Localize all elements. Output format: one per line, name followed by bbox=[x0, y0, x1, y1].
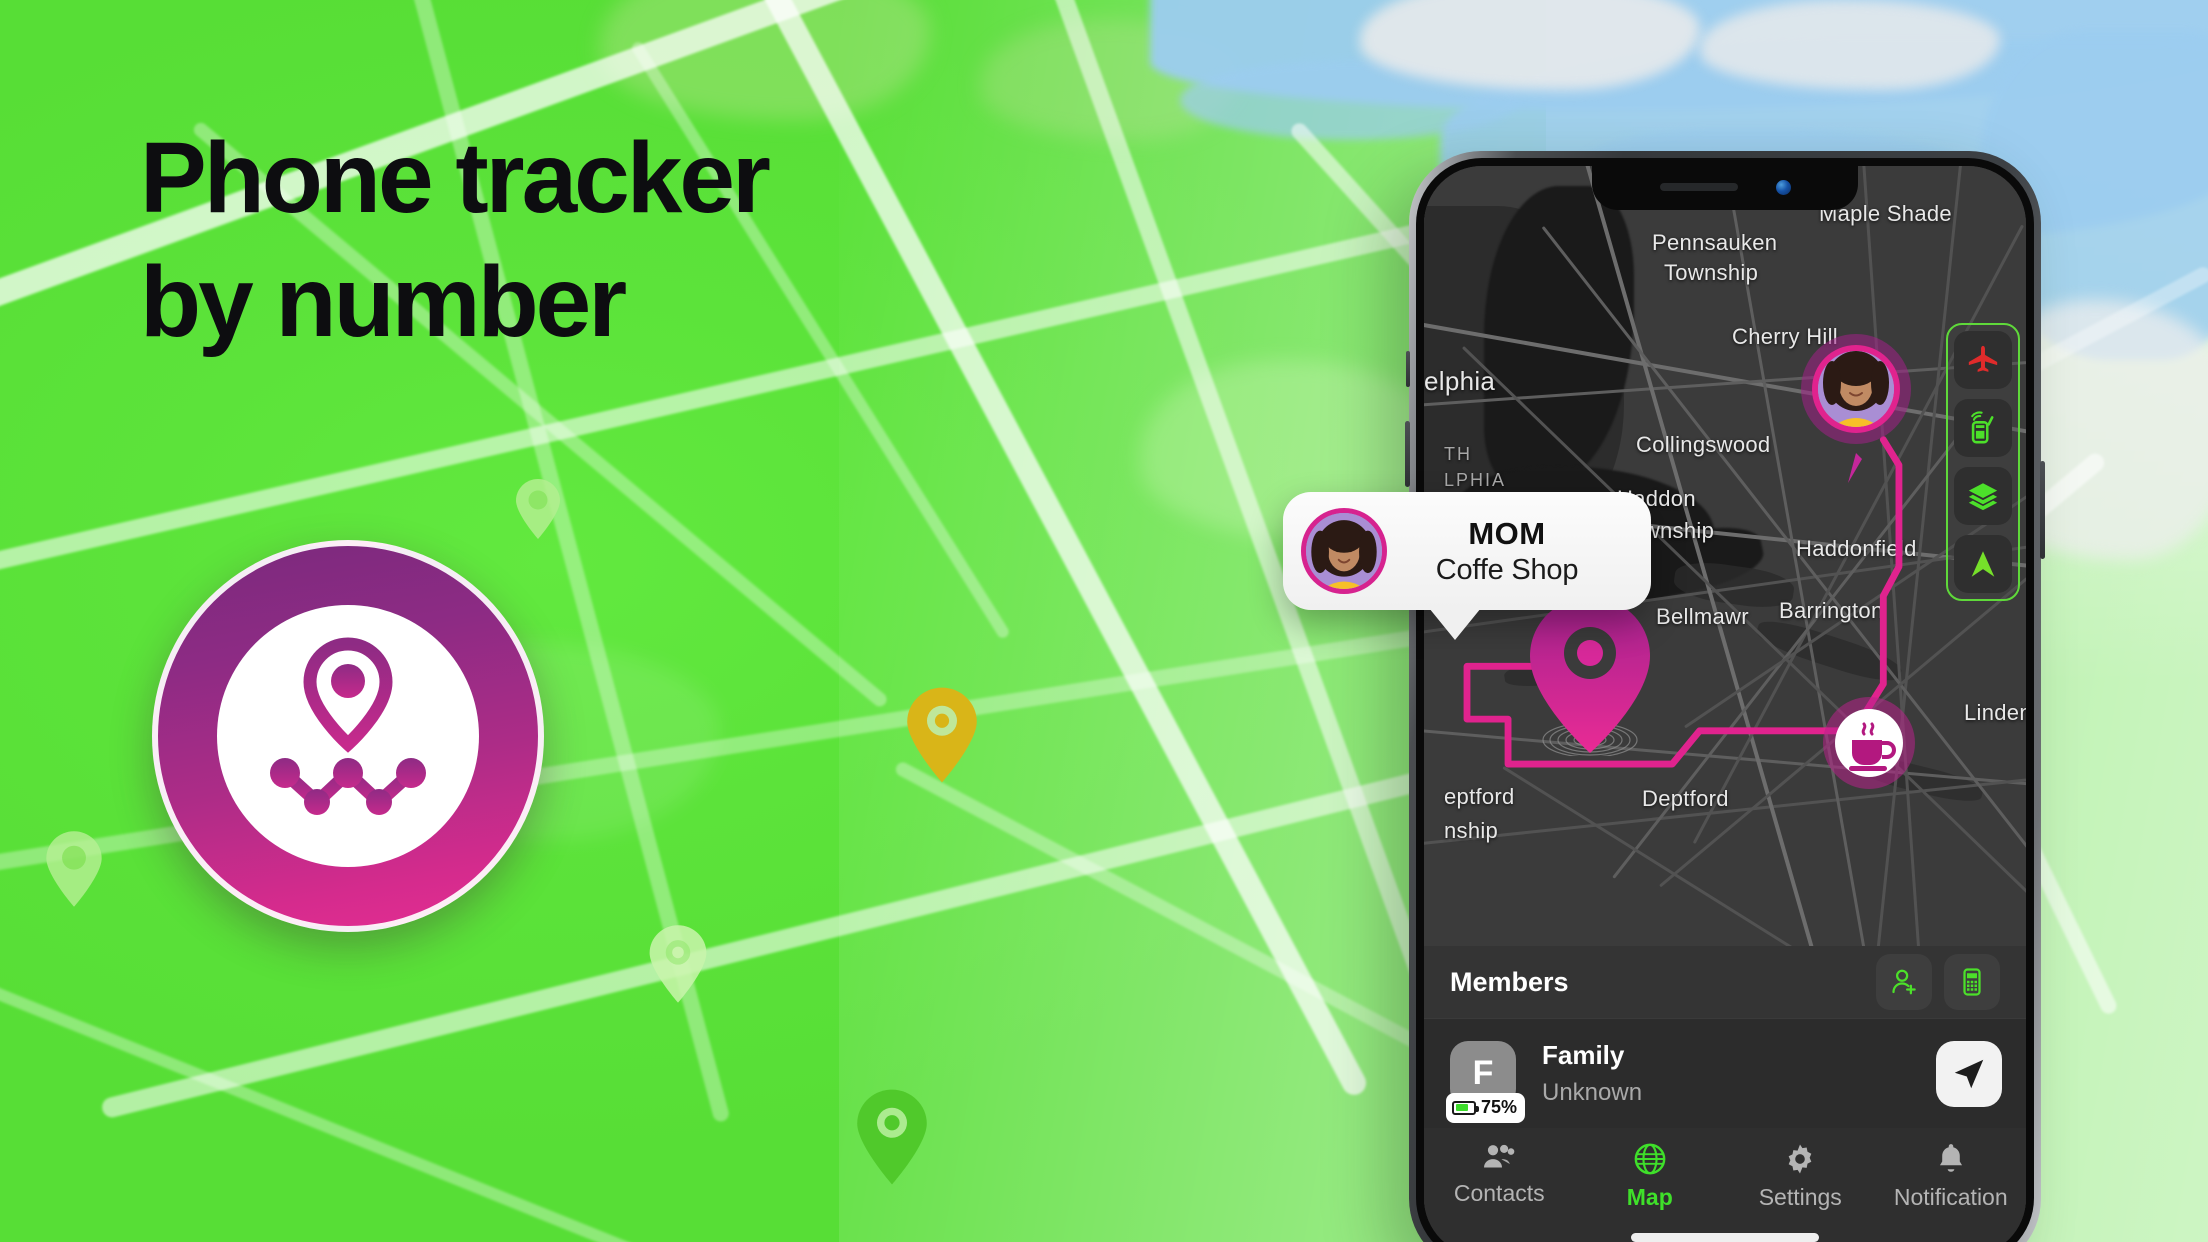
map-controls bbox=[1946, 323, 2020, 601]
tab-map[interactable]: Map bbox=[1575, 1142, 1726, 1242]
power-button[interactable] bbox=[2040, 461, 2045, 559]
map-label-small: LPHIA bbox=[1444, 470, 1507, 490]
map-layers-button[interactable] bbox=[1954, 467, 2012, 525]
mobile-signal-icon bbox=[1971, 411, 1994, 444]
bell-icon bbox=[1939, 1144, 1962, 1172]
map-label: Bellmawr bbox=[1656, 604, 1749, 629]
navigation-arrow-icon bbox=[1971, 551, 1995, 577]
add-device-button[interactable] bbox=[1944, 954, 2000, 1010]
tab-notification-label: Notification bbox=[1893, 1184, 2008, 1210]
coffee-shop-marker[interactable] bbox=[1822, 696, 1916, 790]
map-pin-green bbox=[855, 1088, 929, 1186]
map-label: elphia bbox=[1424, 366, 1496, 396]
table-row[interactable]: F 75% Family Unknown bbox=[1424, 1018, 2026, 1128]
app-logo bbox=[152, 540, 544, 932]
gear-icon bbox=[1788, 1144, 1812, 1174]
map-label: nship bbox=[1444, 818, 1499, 843]
add-member-button[interactable] bbox=[1876, 954, 1932, 1010]
member-name: Family bbox=[1542, 1040, 1625, 1070]
front-camera bbox=[1775, 179, 1791, 195]
locate-button[interactable] bbox=[1936, 1040, 2002, 1107]
map-pin-gold bbox=[905, 686, 979, 784]
person-add-icon bbox=[1892, 969, 1916, 995]
callout-subtitle: Coffe Shop bbox=[1435, 553, 1579, 586]
mom-location-marker[interactable] bbox=[1800, 333, 1912, 483]
tab-settings[interactable]: Settings bbox=[1725, 1142, 1876, 1242]
globe-icon bbox=[1634, 1143, 1666, 1175]
members-panel: Members F 75% Family Unknown Contacts Ma… bbox=[1424, 946, 2026, 1242]
map-canvas[interactable]: Pennsauken Township Maple Shade Cherry Hill… bbox=[1424, 166, 2026, 1242]
tab-notification[interactable]: Notification bbox=[1876, 1142, 2027, 1242]
map-pin-pale-1 bbox=[515, 478, 561, 540]
volume-up-button[interactable] bbox=[1405, 421, 1410, 487]
headline-line-1: Phone tracker bbox=[140, 122, 771, 234]
cell-signal-button[interactable] bbox=[1954, 399, 2012, 457]
phone-screen: Pennsauken Township Maple Shade Cherry Hill… bbox=[1424, 166, 2026, 1242]
phone-mockup: Pennsauken Township Maple Shade Cherry Hill… bbox=[1405, 151, 2045, 1242]
avatar-letter: F bbox=[1472, 1054, 1494, 1092]
page-title: Phone tracker by number bbox=[140, 128, 771, 358]
tab-contacts-label: Contacts bbox=[1453, 1180, 1545, 1206]
navigate-button[interactable] bbox=[1954, 535, 2012, 593]
tab-bar: Contacts Map Settings Notification bbox=[1424, 1128, 2026, 1242]
map-callout[interactable]: MOM Coffe Shop bbox=[1283, 492, 1651, 640]
map-label: Pennsauken bbox=[1652, 230, 1778, 255]
logo-inner-circle bbox=[217, 605, 479, 867]
layers-icon bbox=[1968, 483, 1998, 511]
tab-settings-label: Settings bbox=[1758, 1184, 1842, 1210]
map-label: Linden bbox=[1964, 700, 2026, 725]
navigation-arrow-icon bbox=[1954, 1059, 1984, 1088]
airplane-icon bbox=[1968, 345, 1998, 372]
map-label: Haddonfield bbox=[1796, 536, 1917, 561]
members-title: Members bbox=[1450, 966, 1569, 997]
device-location-pin[interactable] bbox=[1526, 594, 1654, 756]
member-status: Unknown bbox=[1542, 1079, 1643, 1106]
iphone-notch bbox=[1592, 166, 1858, 210]
tab-contacts[interactable]: Contacts bbox=[1424, 1142, 1575, 1242]
map-label: Deptford bbox=[1642, 786, 1729, 811]
map-pin-pale-2 bbox=[45, 830, 103, 908]
location-route-logo-icon bbox=[270, 637, 426, 815]
tab-map-label: Map bbox=[1626, 1184, 1673, 1210]
battery-icon bbox=[1452, 1100, 1479, 1115]
callout-text: MOM Coffe Shop bbox=[1387, 516, 1633, 587]
land-patch bbox=[1700, 0, 2000, 90]
earpiece-speaker bbox=[1659, 183, 1738, 191]
callout-title: MOM bbox=[1468, 515, 1546, 551]
headline-line-2: by number bbox=[140, 246, 627, 358]
map-label-small: TH bbox=[1444, 444, 1472, 464]
mute-switch[interactable] bbox=[1406, 351, 1410, 387]
map-label: Township bbox=[1664, 260, 1759, 285]
home-indicator bbox=[1631, 1233, 1819, 1242]
map-label: Collingswood bbox=[1636, 432, 1771, 457]
phone-bezel: Pennsauken Township Maple Shade Cherry Hill… bbox=[1416, 158, 2034, 1242]
mom-avatar bbox=[1301, 508, 1387, 594]
member-info: Family Unknown bbox=[1542, 1040, 1642, 1107]
people-icon bbox=[1484, 1144, 1515, 1168]
members-header: Members bbox=[1424, 946, 2026, 1018]
avatar: F 75% bbox=[1446, 1040, 1526, 1123]
map-label: Barrington bbox=[1779, 598, 1884, 623]
status-badge: 75% bbox=[1446, 1092, 1526, 1123]
map-label: eptford bbox=[1444, 784, 1515, 809]
battery-level: 75% bbox=[1481, 1097, 1518, 1117]
map-pin-pale-3 bbox=[648, 924, 708, 1004]
airplane-mode-button[interactable] bbox=[1954, 331, 2012, 389]
avatar-illustration bbox=[1306, 513, 1382, 589]
mobile-phone-icon bbox=[1963, 968, 1981, 996]
